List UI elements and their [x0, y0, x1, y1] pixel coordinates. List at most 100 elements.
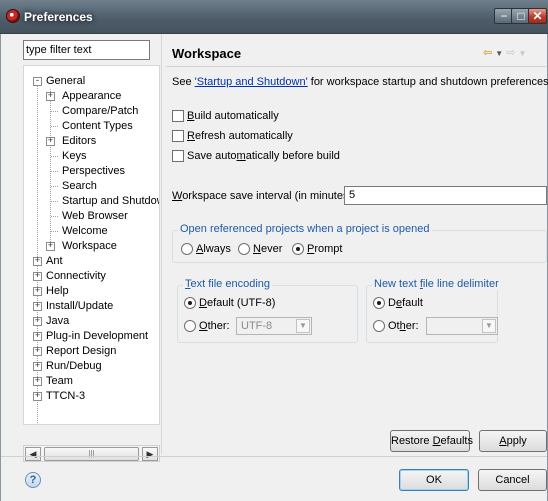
expand-icon[interactable]: + — [33, 332, 42, 341]
never-radio[interactable]: Never — [238, 243, 282, 256]
apply-button[interactable]: Apply — [479, 430, 547, 452]
scroll-thumb[interactable]: ||| — [44, 447, 139, 461]
delimiter-other-radio[interactable]: Other: — [373, 320, 419, 333]
startup-shutdown-link[interactable]: 'Startup and Shutdown' — [195, 76, 308, 88]
help-icon[interactable]: ? — [25, 472, 41, 488]
encoding-default-radio[interactable]: Default (UTF-8) — [184, 297, 275, 310]
expand-icon[interactable]: + — [33, 362, 42, 371]
scroll-left-button[interactable]: ◀ — [25, 447, 41, 461]
checkbox-box[interactable] — [172, 150, 184, 162]
expand-icon[interactable]: + — [33, 317, 42, 326]
desc-prefix: See — [172, 76, 195, 88]
tree-item-label: General — [46, 75, 86, 87]
encoding-combo[interactable]: UTF-8 ▼ — [236, 317, 312, 335]
checkbox-box[interactable] — [172, 130, 184, 142]
tree-item-report-design[interactable]: + Report Design — [24, 344, 159, 359]
restore-defaults-button[interactable]: Restore Defaults — [390, 430, 473, 452]
tree-item-perspectives[interactable]: Perspectives — [24, 164, 159, 179]
expand-icon[interactable]: + — [33, 257, 42, 266]
radio-dot[interactable] — [181, 243, 193, 255]
tree-item-run-debug[interactable]: + Run/Debug — [24, 359, 159, 374]
save-interval-input[interactable]: 5 — [344, 186, 547, 205]
desc-suffix: for workspace startup and shutdown prefe… — [307, 76, 548, 88]
title-bar[interactable]: Preferences − □ ✕ — [0, 0, 548, 34]
expand-icon[interactable]: + — [46, 137, 55, 146]
expand-icon[interactable]: + — [33, 392, 42, 401]
radio-dot[interactable] — [184, 297, 196, 309]
tree-item-label: Java — [46, 315, 70, 327]
close-button[interactable]: ✕ — [528, 8, 547, 24]
radio-dot[interactable] — [292, 243, 304, 255]
tree-item-editors[interactable]: + Editors — [24, 134, 159, 149]
tree-horizontal-scrollbar[interactable]: ◀ ||| ▶ — [23, 445, 160, 462]
tree-item-team[interactable]: + Team — [24, 374, 159, 389]
tree-item-workspace[interactable]: + Workspace — [24, 239, 159, 254]
checkbox-label: Refresh automatically — [187, 130, 293, 142]
expand-icon[interactable]: + — [33, 377, 42, 386]
tree-item-java[interactable]: + Java — [24, 314, 159, 329]
expand-icon[interactable]: + — [46, 92, 55, 101]
tree-item-appearance[interactable]: + Appearance — [24, 89, 159, 104]
tree-item-startup-shutdown[interactable]: Startup and Shutdow — [24, 194, 159, 209]
tree-item-label: TTCN-3 — [46, 390, 86, 402]
refresh-automatically-checkbox[interactable]: Refresh automatically — [172, 130, 293, 144]
tree-connector — [51, 201, 58, 202]
tree-item-label: Report Design — [46, 345, 117, 357]
always-radio[interactable]: Always — [181, 243, 231, 256]
radio-dot[interactable] — [373, 297, 385, 309]
back-arrow-icon[interactable]: ⇦ — [483, 47, 492, 59]
tree-connector — [51, 156, 58, 157]
dropdown-icon[interactable]: ▼ — [519, 49, 527, 58]
preference-tree[interactable]: - General + Appearance Compare/Patch Con… — [23, 65, 160, 425]
eclipse-app-icon — [6, 9, 20, 23]
expand-icon[interactable]: + — [33, 347, 42, 356]
tree-item-general[interactable]: - General — [24, 74, 159, 89]
checkbox-box[interactable] — [172, 110, 184, 122]
tree-item-welcome[interactable]: Welcome — [24, 224, 159, 239]
tree-item-plugin-development[interactable]: + Plug-in Development — [24, 329, 159, 344]
tree-item-ttcn3[interactable]: + TTCN-3 — [24, 389, 159, 404]
tree-item-content-types[interactable]: Content Types — [24, 119, 159, 134]
radio-dot[interactable] — [184, 320, 196, 332]
chevron-down-icon[interactable]: ▼ — [482, 319, 496, 333]
tree-item-keys[interactable]: Keys — [24, 149, 159, 164]
forward-arrow-icon[interactable]: ⇨ — [506, 47, 515, 59]
save-before-build-checkbox[interactable]: Save automatically before build — [172, 150, 340, 164]
preferences-window: Preferences − □ ✕ - General + Appearance — [0, 0, 548, 501]
delimiter-default-radio[interactable]: Default — [373, 297, 423, 310]
collapse-icon[interactable]: - — [33, 77, 42, 86]
radio-dot[interactable] — [238, 243, 250, 255]
tree-item-search[interactable]: Search — [24, 179, 159, 194]
expand-icon[interactable]: + — [33, 287, 42, 296]
tree-item-label: Search — [62, 180, 97, 192]
build-automatically-checkbox[interactable]: Build automatically — [172, 110, 279, 124]
prompt-radio[interactable]: Prompt — [292, 243, 342, 256]
tree-item-label: Help — [46, 285, 69, 297]
dropdown-icon[interactable]: ▼ — [495, 49, 503, 58]
radio-dot[interactable] — [373, 320, 385, 332]
delimiter-combo[interactable]: ▼ — [426, 317, 498, 335]
combo-value: UTF-8 — [241, 320, 273, 332]
tree-item-web-browser[interactable]: Web Browser — [24, 209, 159, 224]
filter-input[interactable] — [23, 40, 150, 60]
expand-icon[interactable]: + — [33, 302, 42, 311]
expand-icon[interactable]: + — [33, 272, 42, 281]
group-legend: New text file line delimiter — [372, 278, 501, 290]
tree-item-connectivity[interactable]: + Connectivity — [24, 269, 159, 284]
ok-button[interactable]: OK — [399, 469, 469, 491]
group-legend: Open referenced projects when a project … — [178, 223, 432, 235]
encoding-other-radio[interactable]: Other: — [184, 320, 230, 333]
expand-icon[interactable]: + — [46, 242, 55, 251]
tree-item-ant[interactable]: + Ant — [24, 254, 159, 269]
cancel-button[interactable]: Cancel — [478, 469, 547, 491]
scroll-right-button[interactable]: ▶ — [142, 447, 158, 461]
chevron-down-icon[interactable]: ▼ — [296, 319, 310, 333]
line-delimiter-group: New text file line delimiter Default Oth… — [366, 278, 501, 343]
tree-connector — [51, 216, 58, 217]
pane-divider[interactable] — [161, 34, 162, 454]
tree-item-compare-patch[interactable]: Compare/Patch — [24, 104, 159, 119]
checkbox-label: Save automatically before build — [187, 150, 340, 162]
tree-item-label: Compare/Patch — [62, 105, 139, 117]
tree-item-help[interactable]: + Help — [24, 284, 159, 299]
tree-item-install-update[interactable]: + Install/Update — [24, 299, 159, 314]
